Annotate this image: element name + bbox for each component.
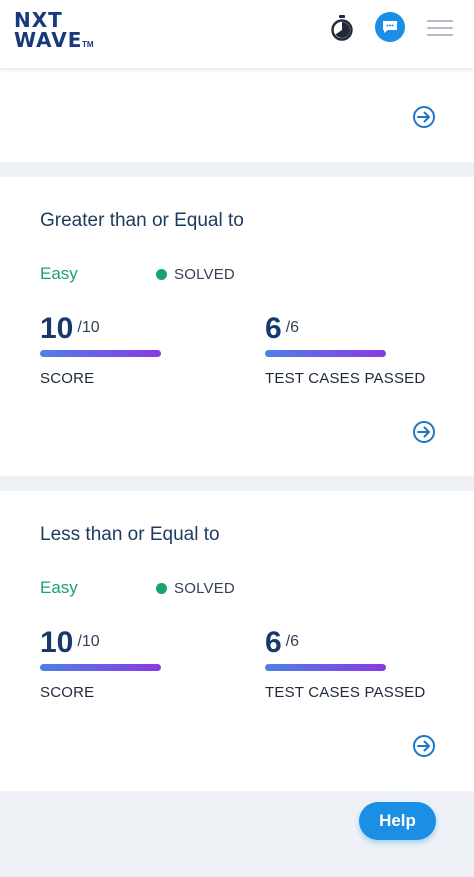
open-problem-button[interactable] — [413, 735, 435, 757]
arrow-right-icon — [417, 426, 430, 438]
difficulty-label: Easy — [40, 264, 78, 283]
test-cases-total: /6 — [285, 633, 300, 650]
top-header: NXT WAVE TM — [0, 0, 474, 68]
solved-dot-icon — [156, 582, 167, 594]
score-value: 10/10 — [40, 626, 100, 660]
solved-dot-icon — [156, 268, 167, 280]
test-cases-label: TEST CASES PASSED — [265, 370, 426, 387]
logo-line2: WAVE — [14, 28, 83, 52]
problem-title: Greater than or Equal to — [40, 210, 244, 231]
chat-icon[interactable] — [375, 12, 405, 42]
test-cases-total: /6 — [285, 319, 300, 336]
logo-line1: NXT — [14, 8, 63, 32]
nxtwave-logo[interactable]: NXT WAVE TM — [14, 8, 98, 52]
test-cases-number: 6 — [265, 312, 282, 345]
score-progress-bar — [40, 350, 161, 357]
open-problem-button[interactable] — [413, 106, 435, 128]
test-cases-progress-bar — [265, 350, 386, 357]
test-cases-progress-bar — [265, 664, 386, 671]
score-label: SCORE — [40, 684, 95, 701]
score-number: 10 — [40, 312, 74, 345]
score-progress-bar — [40, 664, 161, 671]
score-total: /10 — [77, 319, 100, 336]
stopwatch-icon[interactable] — [329, 14, 355, 42]
help-button[interactable]: Help — [359, 802, 436, 840]
test-cases-value: 6/6 — [265, 626, 299, 660]
status-badge: SOLVED — [156, 579, 235, 597]
score-number: 10 — [40, 626, 74, 659]
status-text: SOLVED — [174, 579, 235, 597]
logo-trademark: TM — [82, 40, 94, 49]
menu-line — [427, 27, 453, 29]
menu-line — [427, 20, 453, 22]
problem-card[interactable]: Greater than or Equal to Easy SOLVED 10/… — [0, 177, 474, 476]
problem-title: Less than or Equal to — [40, 524, 220, 545]
score-value: 10/10 — [40, 312, 100, 346]
menu-line — [427, 34, 453, 36]
menu-icon[interactable] — [427, 18, 453, 38]
problem-card[interactable]: Less than or Equal to Easy SOLVED 10/10 … — [0, 491, 474, 791]
arrow-right-icon — [417, 740, 430, 752]
arrow-right-icon — [417, 111, 430, 123]
score-label: SCORE — [40, 370, 95, 387]
score-total: /10 — [77, 633, 100, 650]
difficulty-label: Easy — [40, 578, 78, 597]
test-cases-label: TEST CASES PASSED — [265, 684, 426, 701]
status-text: SOLVED — [174, 265, 235, 283]
test-cases-value: 6/6 — [265, 312, 299, 346]
test-cases-number: 6 — [265, 626, 282, 659]
status-badge: SOLVED — [156, 265, 235, 283]
open-problem-button[interactable] — [413, 421, 435, 443]
